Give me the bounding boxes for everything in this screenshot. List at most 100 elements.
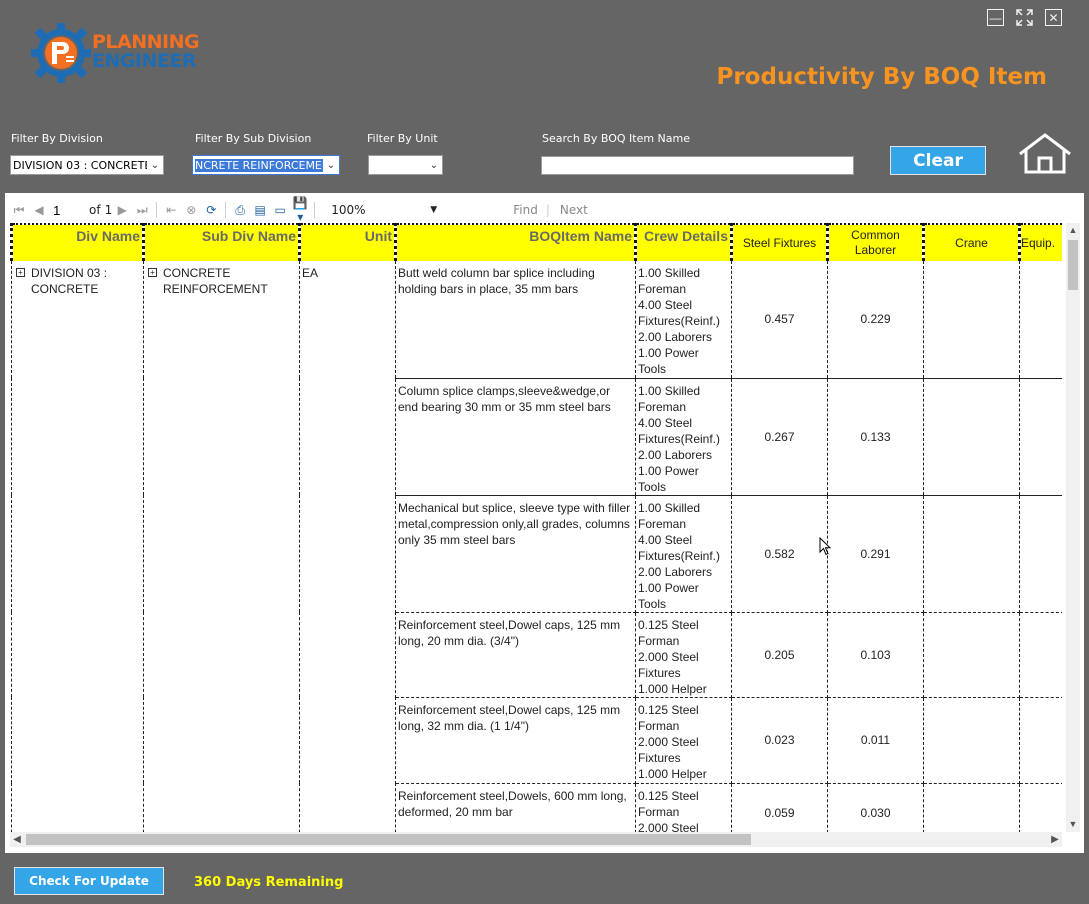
common-laborer-value: 0.011: [860, 733, 891, 747]
col-header-sub-div-name[interactable]: Sub Div Name: [142, 223, 301, 261]
back-icon[interactable]: ⇤: [161, 203, 181, 217]
crew-line: 1.00 Skilled Foreman: [638, 500, 701, 531]
common-laborer-value: 0.030: [860, 806, 891, 821]
toolbar-divider: [156, 202, 158, 218]
clear-button[interactable]: Clear: [890, 146, 986, 175]
crew-line: 1.00 Power Tools: [638, 580, 699, 611]
zoom-select[interactable]: 100% ▼: [325, 201, 437, 219]
col-header-crane[interactable]: Crane: [922, 223, 1021, 261]
unit-select[interactable]: ⌄: [368, 155, 443, 175]
boq-item-cell: Mechanical but splice, sleeve type with …: [395, 495, 636, 613]
of-label: of: [89, 203, 101, 217]
last-page-icon[interactable]: ⏭: [132, 203, 152, 218]
logo-line-2: ENGINEER: [92, 50, 197, 72]
first-page-icon[interactable]: ⏮: [9, 203, 29, 218]
col-header-div-name[interactable]: Div Name: [10, 223, 145, 261]
crew-line: 1.00 Power Tools: [638, 463, 699, 494]
steel-fixtures-value: 0.582: [764, 546, 795, 561]
boq-item-cell: Reinforcement steel,Dowels, 600 mm long,…: [395, 783, 636, 832]
print-icon[interactable]: ⎙: [230, 203, 250, 218]
sub-division-select[interactable]: NCRETE REINFORCEMENT ⌄: [192, 155, 340, 175]
col-header-steel-fixtures[interactable]: Steel Fixtures: [730, 223, 829, 261]
col-header-unit[interactable]: Unit: [298, 223, 397, 261]
equip-cell: [1019, 261, 1062, 379]
chevron-down-icon: ⌄: [150, 159, 160, 171]
mouse-cursor-icon: [819, 537, 832, 556]
col-header-crew-details[interactable]: Crew Details: [634, 223, 733, 261]
report-toolbar: ⏮ ◀ of 1 ▶ ⏭ ⇤ ⊗ ⟳ ⎙ ▤ ▭ 💾▾ 100% ▼ Find …: [9, 196, 1080, 224]
zoom-value: 100%: [331, 203, 366, 217]
common-laborer-cell: 0.133: [827, 378, 924, 496]
vertical-scrollbar[interactable]: ▲ ▼: [1066, 223, 1080, 832]
previous-page-icon[interactable]: ◀: [29, 203, 49, 217]
boq-item-cell: Butt weld column bar splice including ho…: [395, 261, 636, 379]
crane-cell: [923, 378, 1020, 496]
crew-details-cell: 1.00 Skilled Foreman 4.00 Steel Fixtures(…: [635, 495, 732, 613]
col-header-common-laborer[interactable]: Common Laborer: [826, 223, 925, 261]
crew-details-cell: 1.00 Skilled Foreman 4.00 Steel Fixtures(…: [635, 378, 732, 496]
chevron-down-icon: ⌄: [429, 159, 439, 171]
equip-cell: [1019, 697, 1062, 784]
days-remaining: 360 Days Remaining: [194, 875, 344, 890]
scroll-right-icon[interactable]: ▶: [1048, 832, 1062, 847]
steel-fixtures-cell: 0.582: [731, 495, 828, 613]
crew-line: 4.00 Steel Fixtures(Reinf.): [638, 415, 721, 446]
find-link[interactable]: Find: [513, 203, 538, 217]
crew-details-cell: 0.125 Steel Forman 2.000 Steel: [635, 783, 732, 832]
total-pages: 1: [104, 203, 113, 217]
division-select-value: DIVISION 03 : CONCRETE: [13, 158, 147, 172]
stop-icon[interactable]: ⊗: [181, 203, 201, 217]
scroll-down-icon[interactable]: ▼: [1066, 817, 1080, 832]
search-label: Search By BOQ Item Name: [542, 132, 690, 145]
page-number-input[interactable]: [49, 201, 83, 219]
report-grid: Div Name Sub Div Name Unit BOQItem Name …: [10, 223, 1062, 832]
boq-item-cell: Column splice clamps,sleeve&wedge,or end…: [395, 378, 636, 496]
home-icon[interactable]: [1018, 132, 1072, 174]
sub-division-select-value: NCRETE REINFORCEMENT: [195, 158, 323, 172]
crane-cell: [923, 783, 1020, 832]
close-icon[interactable]: ✕: [1045, 9, 1062, 26]
col-header-equip[interactable]: Equip.: [1018, 223, 1062, 261]
common-laborer-cell: 0.229: [827, 261, 924, 379]
expand-icon[interactable]: +: [16, 268, 25, 277]
export-icon[interactable]: 💾▾: [290, 196, 310, 224]
refresh-icon[interactable]: ⟳: [201, 203, 221, 217]
maximize-icon[interactable]: [1016, 9, 1033, 26]
print-layout-icon[interactable]: ▤: [250, 203, 270, 217]
steel-fixtures-cell: 0.267: [731, 378, 828, 496]
unit-filter-label: Filter By Unit: [367, 132, 438, 145]
unit-value: EA: [302, 266, 319, 280]
common-laborer-value: 0.291: [860, 546, 891, 561]
check-for-update-button[interactable]: Check For Update: [14, 867, 164, 895]
scroll-up-icon[interactable]: ▲: [1066, 223, 1080, 238]
header-row: Div Name Sub Div Name Unit BOQItem Name …: [10, 223, 1062, 261]
page-setup-icon[interactable]: ▭: [270, 203, 290, 217]
crew-line: 2.000 Steel Fixtures: [638, 734, 699, 765]
next-link[interactable]: Next: [560, 203, 588, 217]
boq-item-value: Reinforcement steel,Dowel caps, 125 mm l…: [398, 702, 621, 733]
common-laborer-cell: 0.030: [827, 783, 924, 832]
boq-item-value: Reinforcement steel,Dowels, 600 mm long,…: [398, 788, 627, 819]
crane-cell: [923, 495, 1020, 613]
crew-line: 1.00 Skilled Foreman: [638, 266, 701, 296]
equip-cell: [1019, 783, 1062, 832]
col-header-boq-item-name[interactable]: BOQItem Name: [394, 223, 637, 261]
boq-item-cell: Reinforcement steel,Dowel caps, 125 mm l…: [395, 612, 636, 698]
sub-div-name-cell: + CONCRETE REINFORCEMENT: [143, 261, 300, 832]
expand-icon[interactable]: +: [148, 268, 157, 277]
boq-item-value: Butt weld column bar splice including ho…: [398, 266, 595, 296]
next-page-icon[interactable]: ▶: [112, 203, 132, 217]
division-select[interactable]: DIVISION 03 : CONCRETE ⌄: [10, 155, 164, 175]
boq-item-value: Column splice clamps,sleeve&wedge,or end…: [398, 383, 611, 414]
scroll-thumb[interactable]: [26, 834, 751, 845]
crew-line: 1.000 Helper: [638, 681, 707, 696]
crew-line: 1.00 Power Tools: [638, 346, 699, 376]
crane-cell: [923, 697, 1020, 784]
search-input[interactable]: [541, 156, 854, 175]
scroll-left-icon[interactable]: ◀: [10, 832, 24, 847]
scroll-thumb[interactable]: [1068, 240, 1078, 290]
steel-fixtures-value: 0.023: [764, 733, 795, 747]
window-controls: — ✕: [987, 9, 1062, 26]
horizontal-scrollbar[interactable]: ◀ ▶: [10, 832, 1062, 847]
minimize-icon[interactable]: —: [987, 9, 1004, 26]
